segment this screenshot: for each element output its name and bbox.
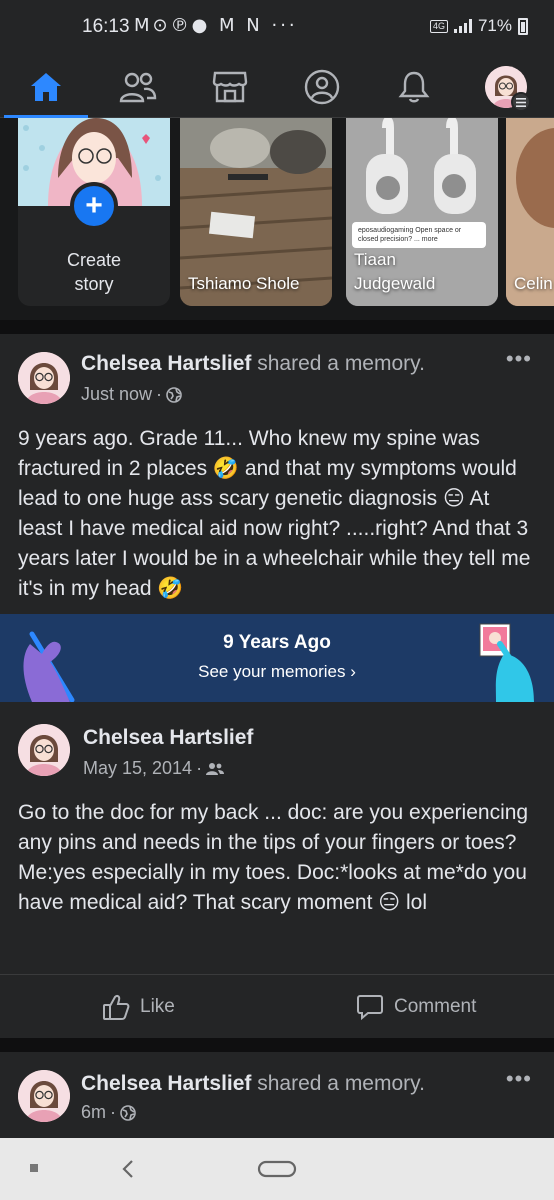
post-header: Chelsea Hartslief shared a memory. <box>81 350 425 378</box>
author-name[interactable]: Chelsea Hartslief <box>81 352 251 375</box>
battery-icon <box>518 17 528 35</box>
meta-separator: · <box>110 1102 117 1122</box>
meta-separator: · <box>156 384 163 404</box>
author-avatar[interactable] <box>18 352 70 404</box>
bell-icon <box>398 71 430 103</box>
post-options-icon[interactable]: ••• <box>506 1066 532 1092</box>
menu-lines-icon <box>511 92 531 112</box>
post-shared-memory-2: Chelsea Hartslief shared a memory. 6m · … <box>0 1052 554 1138</box>
post-time[interactable]: 6m <box>81 1102 106 1123</box>
memory-title: 9 Years Ago <box>223 632 331 653</box>
nav-menu[interactable] <box>460 56 552 118</box>
post-meta: 6m · <box>81 1102 136 1123</box>
story-name: Tshiamo Shole <box>188 274 300 293</box>
home-pill-icon[interactable] <box>257 1160 297 1178</box>
memory-post-date[interactable]: May 15, 2014 <box>83 758 192 779</box>
status-bar: 16:13 M⊙℗● M N ··· 4G 71% <box>0 0 554 56</box>
comment-label: Comment <box>394 996 477 1017</box>
like-button[interactable]: Like <box>102 975 175 1039</box>
stories-row: + Create story Tshiamo Shole eposaudioga… <box>0 118 554 318</box>
globe-icon <box>166 386 182 403</box>
memory-post-meta: May 15, 2014 · <box>83 758 225 779</box>
post-header: Chelsea Hartslief shared a memory. <box>81 1070 425 1098</box>
nav-profile[interactable] <box>276 56 368 118</box>
friends-icon <box>119 72 157 103</box>
create-story-card[interactable]: + Create story <box>18 118 170 306</box>
battery-percent: 71% <box>477 16 512 35</box>
story-name: Celin <box>514 274 553 293</box>
story-celin[interactable]: Celin <box>506 118 554 306</box>
memory-post-text: Go to the doc for my back ... doc: are y… <box>18 801 529 914</box>
thumbs-up-icon <box>103 995 130 1020</box>
meta-separator: · <box>196 758 203 778</box>
story-caption: eposaudiogaming Open space or closed pre… <box>358 227 462 243</box>
memory-post-card[interactable]: Chelsea Hartslief May 15, 2014 · Go to t… <box>0 702 554 964</box>
post-action-text: shared a memory. <box>251 1072 425 1095</box>
post-actions: Like Comment <box>0 974 554 1038</box>
nav-notifications[interactable] <box>368 56 460 118</box>
like-label: Like <box>140 996 175 1017</box>
signal-icon <box>453 19 472 33</box>
network-type-badge: 4G <box>429 19 448 33</box>
story-tiaan-judgewald[interactable]: eposaudiogaming Open space or closed pre… <box>346 118 498 306</box>
globe-icon <box>120 1104 136 1121</box>
nav-friends[interactable] <box>92 56 184 118</box>
memory-author-name[interactable]: Chelsea Hartslief <box>83 726 253 749</box>
pencil-hand-illustration <box>23 631 75 702</box>
top-navigation <box>0 56 554 118</box>
post-time[interactable]: Just now <box>81 384 152 405</box>
status-indicators: 4G 71% <box>429 16 528 36</box>
nav-marketplace[interactable] <box>184 56 276 118</box>
memory-post-header: Chelsea Hartslief <box>83 724 253 752</box>
author-name[interactable]: Chelsea Hartslief <box>81 1072 251 1095</box>
create-story-label: Create story <box>66 250 122 294</box>
notification-icons: M⊙℗● M N ··· <box>134 15 298 36</box>
back-icon[interactable] <box>120 1158 136 1180</box>
comment-button[interactable]: Comment <box>356 975 476 1039</box>
friends-icon <box>206 762 225 775</box>
story-name: Tiaan Judgewald <box>354 250 436 293</box>
memory-author-avatar[interactable] <box>18 724 70 776</box>
recent-apps-icon[interactable] <box>28 1162 40 1174</box>
nav-home[interactable] <box>0 56 92 118</box>
memory-banner[interactable]: 9 Years Ago See your memories › <box>0 614 554 702</box>
comment-icon <box>357 995 383 1021</box>
post-meta: Just now · <box>81 384 182 405</box>
home-icon <box>31 73 61 101</box>
marketplace-icon <box>212 71 248 103</box>
menu-avatar <box>485 66 531 112</box>
story-tshiamo-shole[interactable]: Tshiamo Shole <box>180 118 332 306</box>
post-shared-memory: Chelsea Hartslief shared a memory. Just … <box>0 334 554 1038</box>
see-memories-link[interactable]: See your memories › <box>0 662 554 682</box>
status-time: 16:13 <box>82 16 130 37</box>
post-action-text: shared a memory. <box>251 352 425 375</box>
profile-icon <box>304 69 340 105</box>
avatar-illustration <box>18 1070 70 1122</box>
photo-hand-illustration <box>479 623 534 702</box>
post-options-icon[interactable]: ••• <box>506 346 532 372</box>
system-navigation-bar <box>0 1138 554 1200</box>
add-story-icon: + <box>70 182 118 230</box>
post-text: 9 years ago. Grade 11... Who knew my spi… <box>18 427 531 600</box>
feed-divider <box>0 1038 554 1052</box>
feed-divider <box>0 320 554 334</box>
author-avatar[interactable] <box>18 1070 70 1122</box>
avatar-illustration <box>18 352 70 404</box>
avatar-illustration <box>18 724 70 776</box>
